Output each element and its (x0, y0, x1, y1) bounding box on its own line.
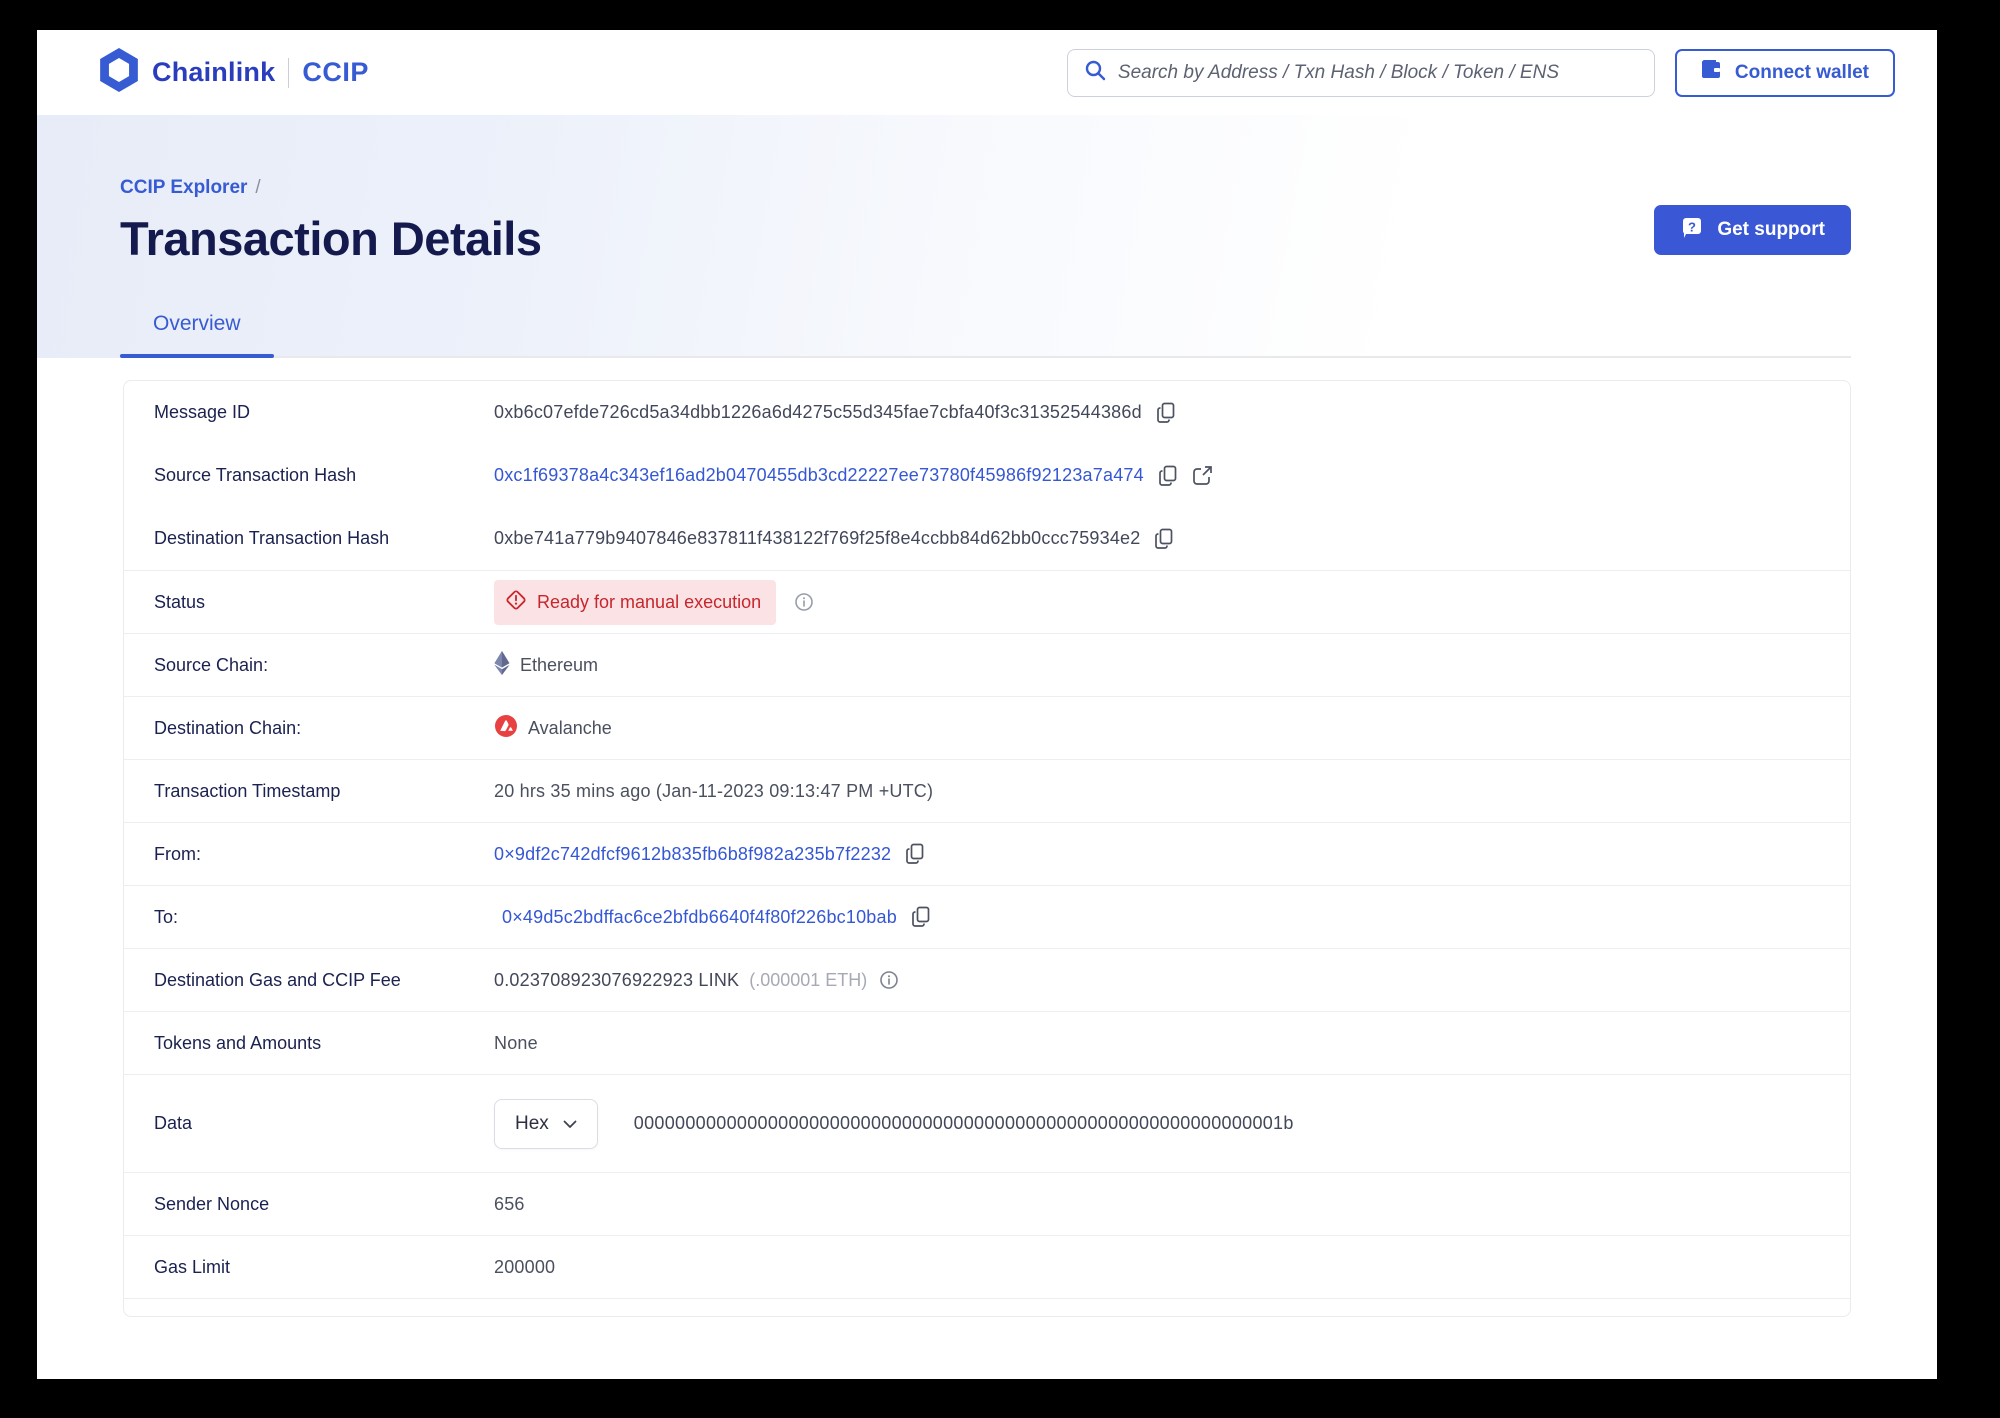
ethereum-icon (494, 650, 510, 680)
details-section: Message ID 0xb6c07efde726cd5a34dbb1226a6… (37, 358, 1937, 1317)
row-label: Source Chain: (154, 654, 269, 675)
table-row-source-tx-hash: Source Transaction Hash 0xc1f69378a4c343… (124, 444, 1850, 507)
row-label: From: (154, 843, 201, 864)
table-row-data: Data Hex 0000000000000000000000000000000… (124, 1074, 1850, 1172)
row-label: Tokens and Amounts (154, 1032, 322, 1053)
table-row-to: To: 0×49d5c2bdffac6ce2bfdb6640f4f80f226b… (124, 885, 1850, 948)
transaction-details-card: Message ID 0xb6c07efde726cd5a34dbb1226a6… (123, 380, 1851, 1317)
from-address-link[interactable]: 0×9df2c742dfcf9612b835fb6b8f982a235b7f22… (494, 844, 891, 865)
row-label: Transaction Timestamp (154, 780, 341, 801)
table-row-from: From: 0×9df2c742dfcf9612b835fb6b8f982a23… (124, 822, 1850, 885)
fee-value: 0.023708923076922923 LINK (494, 969, 740, 990)
copy-icon[interactable] (911, 906, 931, 928)
to-address-link[interactable]: 0×49d5c2bdffac6ce2bfdb6640f4f80f226bc10b… (502, 907, 897, 928)
brand-product: CCIP (302, 57, 369, 87)
table-row-timestamp: Transaction Timestamp 20 hrs 35 mins ago… (124, 759, 1850, 822)
row-label: Gas Limit (154, 1256, 231, 1277)
question-chat-icon: ? (1680, 215, 1704, 245)
connect-wallet-button[interactable]: Connect wallet (1674, 48, 1895, 97)
hero-section: CCIP Explorer / Transaction Details ? Get… (37, 115, 1937, 358)
source-chain-name: Ethereum (520, 654, 599, 675)
table-row-tokens: Tokens and Amounts None (124, 1011, 1850, 1074)
table-row-clipped (124, 1298, 1850, 1316)
wallet-icon (1701, 59, 1723, 86)
gas-limit-value: 200000 (494, 1256, 556, 1277)
source-tx-hash-link[interactable]: 0xc1f69378a4c343ef16ad2b0470455db3cd2222… (494, 465, 1144, 486)
breadcrumb-divider: / (255, 177, 261, 198)
avalanche-icon (494, 714, 518, 743)
status-badge: Ready for manual execution (494, 579, 777, 625)
brand-logo[interactable]: Chainlink CCIP (99, 48, 369, 97)
row-label: Destination Transaction Hash (154, 528, 390, 548)
svg-text:?: ? (1688, 220, 1696, 235)
data-format-select[interactable]: Hex (494, 1098, 598, 1149)
table-row-message-id: Message ID 0xb6c07efde726cd5a34dbb1226a6… (124, 381, 1850, 444)
dest-chain-name: Avalanche (528, 717, 612, 738)
row-label: Destination Chain: (154, 717, 302, 738)
table-row-sender-nonce: Sender Nonce 656 (124, 1172, 1850, 1235)
breadcrumb-ccip-explorer-link[interactable]: CCIP Explorer (120, 177, 247, 198)
status-badge-label: Ready for manual execution (537, 591, 762, 612)
top-header: Chainlink CCIP Search by Address / Txn H… (37, 30, 1937, 115)
data-hex-value: 0000000000000000000000000000000000000000… (633, 1113, 1294, 1133)
breadcrumb: CCIP Explorer / (120, 177, 542, 199)
fee-eth-equivalent: (.000001 ETH) (749, 969, 868, 990)
row-label: Sender Nonce (154, 1193, 270, 1214)
info-icon[interactable] (794, 592, 814, 612)
tab-bar: Overview (120, 312, 1851, 358)
alert-diamond-icon (505, 589, 527, 616)
page-title: Transaction Details (120, 212, 542, 265)
table-row-dest-chain: Destination Chain: Avalanche (124, 696, 1850, 759)
timestamp-value: 20 hrs 35 mins ago (Jan-11-2023 09:13:47… (494, 780, 934, 801)
get-support-button[interactable]: ? Get support (1654, 205, 1851, 255)
row-label: Source Transaction Hash (154, 465, 357, 485)
brand-divider (288, 57, 290, 88)
table-row-source-chain: Source Chain: Ethereum (124, 633, 1850, 696)
connect-wallet-label: Connect wallet (1734, 61, 1869, 83)
table-row-status: Status Ready for manual execution (124, 570, 1850, 633)
row-label: Data (154, 1113, 193, 1133)
get-support-label: Get support (1717, 219, 1825, 240)
app-window: Chainlink CCIP Search by Address / Txn H… (37, 30, 1937, 1379)
copy-icon[interactable] (1156, 402, 1176, 424)
table-row-gas-limit: Gas Limit 200000 (124, 1235, 1850, 1298)
chevron-down-icon (563, 1113, 577, 1135)
table-row-fee: Destination Gas and CCIP Fee 0.023708923… (124, 948, 1850, 1011)
hero-left: CCIP Explorer / Transaction Details (120, 177, 542, 266)
copy-icon[interactable] (905, 843, 925, 865)
search-icon (1084, 59, 1106, 86)
row-label: Message ID (154, 402, 251, 422)
data-format-selected: Hex (515, 1112, 549, 1134)
search-box[interactable] (1066, 48, 1655, 97)
message-id-value: 0xb6c07efde726cd5a34dbb1226a6d4275c55d34… (494, 402, 1142, 422)
tab-overview[interactable]: Overview (120, 312, 274, 358)
table-row-dest-tx-hash: Destination Transaction Hash 0xbe741a779… (124, 507, 1850, 570)
sender-nonce-value: 656 (494, 1193, 525, 1214)
row-label: To: (154, 906, 179, 927)
info-icon[interactable] (879, 970, 899, 990)
dest-tx-hash-value: 0xbe741a779b9407846e837811f438122f769f25… (494, 528, 1141, 548)
copy-icon[interactable] (1154, 528, 1174, 550)
external-link-icon[interactable] (1192, 465, 1213, 486)
row-label: Status (154, 591, 206, 612)
header-actions: Connect wallet (1066, 48, 1895, 97)
brand-name: Chainlink (152, 57, 276, 87)
row-label: Destination Gas and CCIP Fee (154, 969, 401, 990)
tokens-value: None (494, 1032, 538, 1053)
chainlink-logo-icon (99, 48, 139, 97)
copy-icon[interactable] (1158, 465, 1178, 487)
search-input[interactable] (1117, 61, 1638, 84)
